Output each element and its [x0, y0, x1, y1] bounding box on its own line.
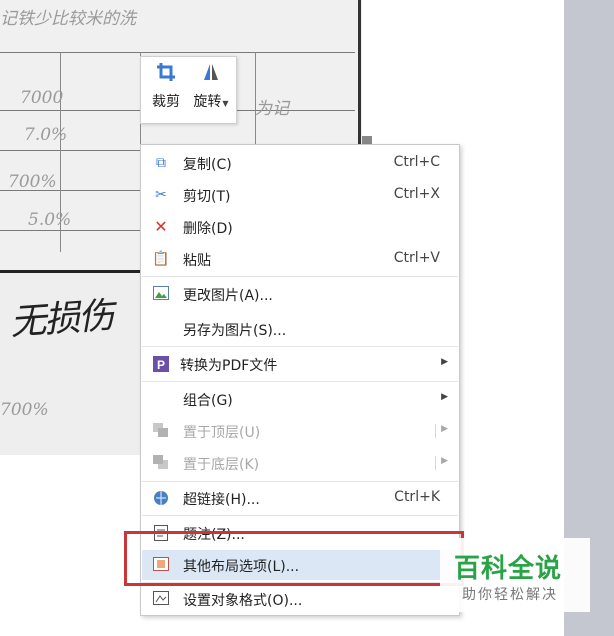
scribble-text: 为记: [255, 99, 289, 119]
rotate-icon: [189, 61, 233, 91]
submenu-arrow-icon: ▶: [441, 424, 448, 434]
rotate-label: 旋转: [193, 94, 222, 110]
menu-item-group[interactable]: 组合(G) ▶: [142, 384, 458, 414]
crop-label: 裁剪: [152, 94, 180, 110]
chevron-down-icon: ▼: [222, 99, 229, 108]
scribble-text: 7.0%: [24, 125, 68, 145]
picture-mini-toolbar: 裁剪 旋转▼: [140, 56, 237, 124]
menu-item-bring-to-front[interactable]: 置于顶层(U) ▶: [142, 416, 458, 446]
menu-item-hyperlink[interactable]: 超链接(H)... Ctrl+K: [142, 483, 458, 513]
menu-item-change-picture[interactable]: 更改图片(A)...: [142, 279, 458, 309]
scribble-text: 7000: [20, 88, 64, 108]
menu-separator: [142, 381, 458, 382]
delete-icon: ✕: [154, 217, 168, 236]
scribble-text: 记铁少比较米的洗: [0, 9, 136, 29]
menu-item-paste[interactable]: 📋 粘贴 Ctrl+V: [142, 244, 458, 274]
menu-separator: [142, 346, 458, 347]
crop-icon: [144, 61, 188, 91]
submenu-arrow-icon: ▶: [441, 392, 448, 402]
menu-separator: [142, 276, 458, 277]
submenu-arrow-icon: ▶: [441, 456, 448, 466]
menu-item-copy[interactable]: ⧉ 复制(C) Ctrl+C: [142, 148, 458, 178]
watermark: 百科全说 助你轻松解决: [440, 538, 590, 612]
change-picture-icon: [152, 286, 170, 302]
menu-item-send-to-back[interactable]: 置于底层(K) ▶: [142, 448, 458, 478]
menu-item-cut[interactable]: ✂ 剪切(T) Ctrl+X: [142, 180, 458, 210]
menu-separator: [142, 515, 458, 516]
handwritten-note: 无损伤: [8, 295, 114, 344]
format-object-icon: [152, 591, 170, 607]
crop-button[interactable]: 裁剪: [144, 61, 188, 119]
hyperlink-icon: [152, 490, 170, 506]
copy-icon: ⧉: [156, 155, 166, 171]
menu-item-save-as-picture[interactable]: 另存为图片(S)...: [142, 314, 458, 344]
cut-icon: ✂: [155, 187, 167, 203]
menu-item-delete[interactable]: ✕ 删除(D): [142, 212, 458, 242]
annotation-highlight-box: [124, 531, 464, 586]
watermark-subtitle: 助你轻松解决: [462, 587, 558, 603]
pdf-icon: P: [152, 356, 170, 372]
scribble-text: 700%: [0, 400, 49, 420]
menu-separator: [142, 481, 458, 482]
watermark-title: 百科全说: [454, 554, 563, 584]
menu-item-format-object[interactable]: 设置对象格式(O)...: [142, 584, 458, 614]
paste-icon: 📋: [152, 251, 170, 267]
scribble-text: 5.0%: [28, 210, 72, 230]
menu-item-convert-to-pdf[interactable]: P 转换为PDF文件 ▶: [142, 349, 458, 379]
scribble-text: 700%: [8, 172, 57, 192]
submenu-arrow-icon: ▶: [441, 357, 448, 367]
svg-text:P: P: [157, 358, 165, 372]
rotate-button[interactable]: 旋转▼: [189, 61, 233, 119]
bring-to-front-icon: [152, 423, 170, 439]
send-to-back-icon: [152, 455, 170, 471]
